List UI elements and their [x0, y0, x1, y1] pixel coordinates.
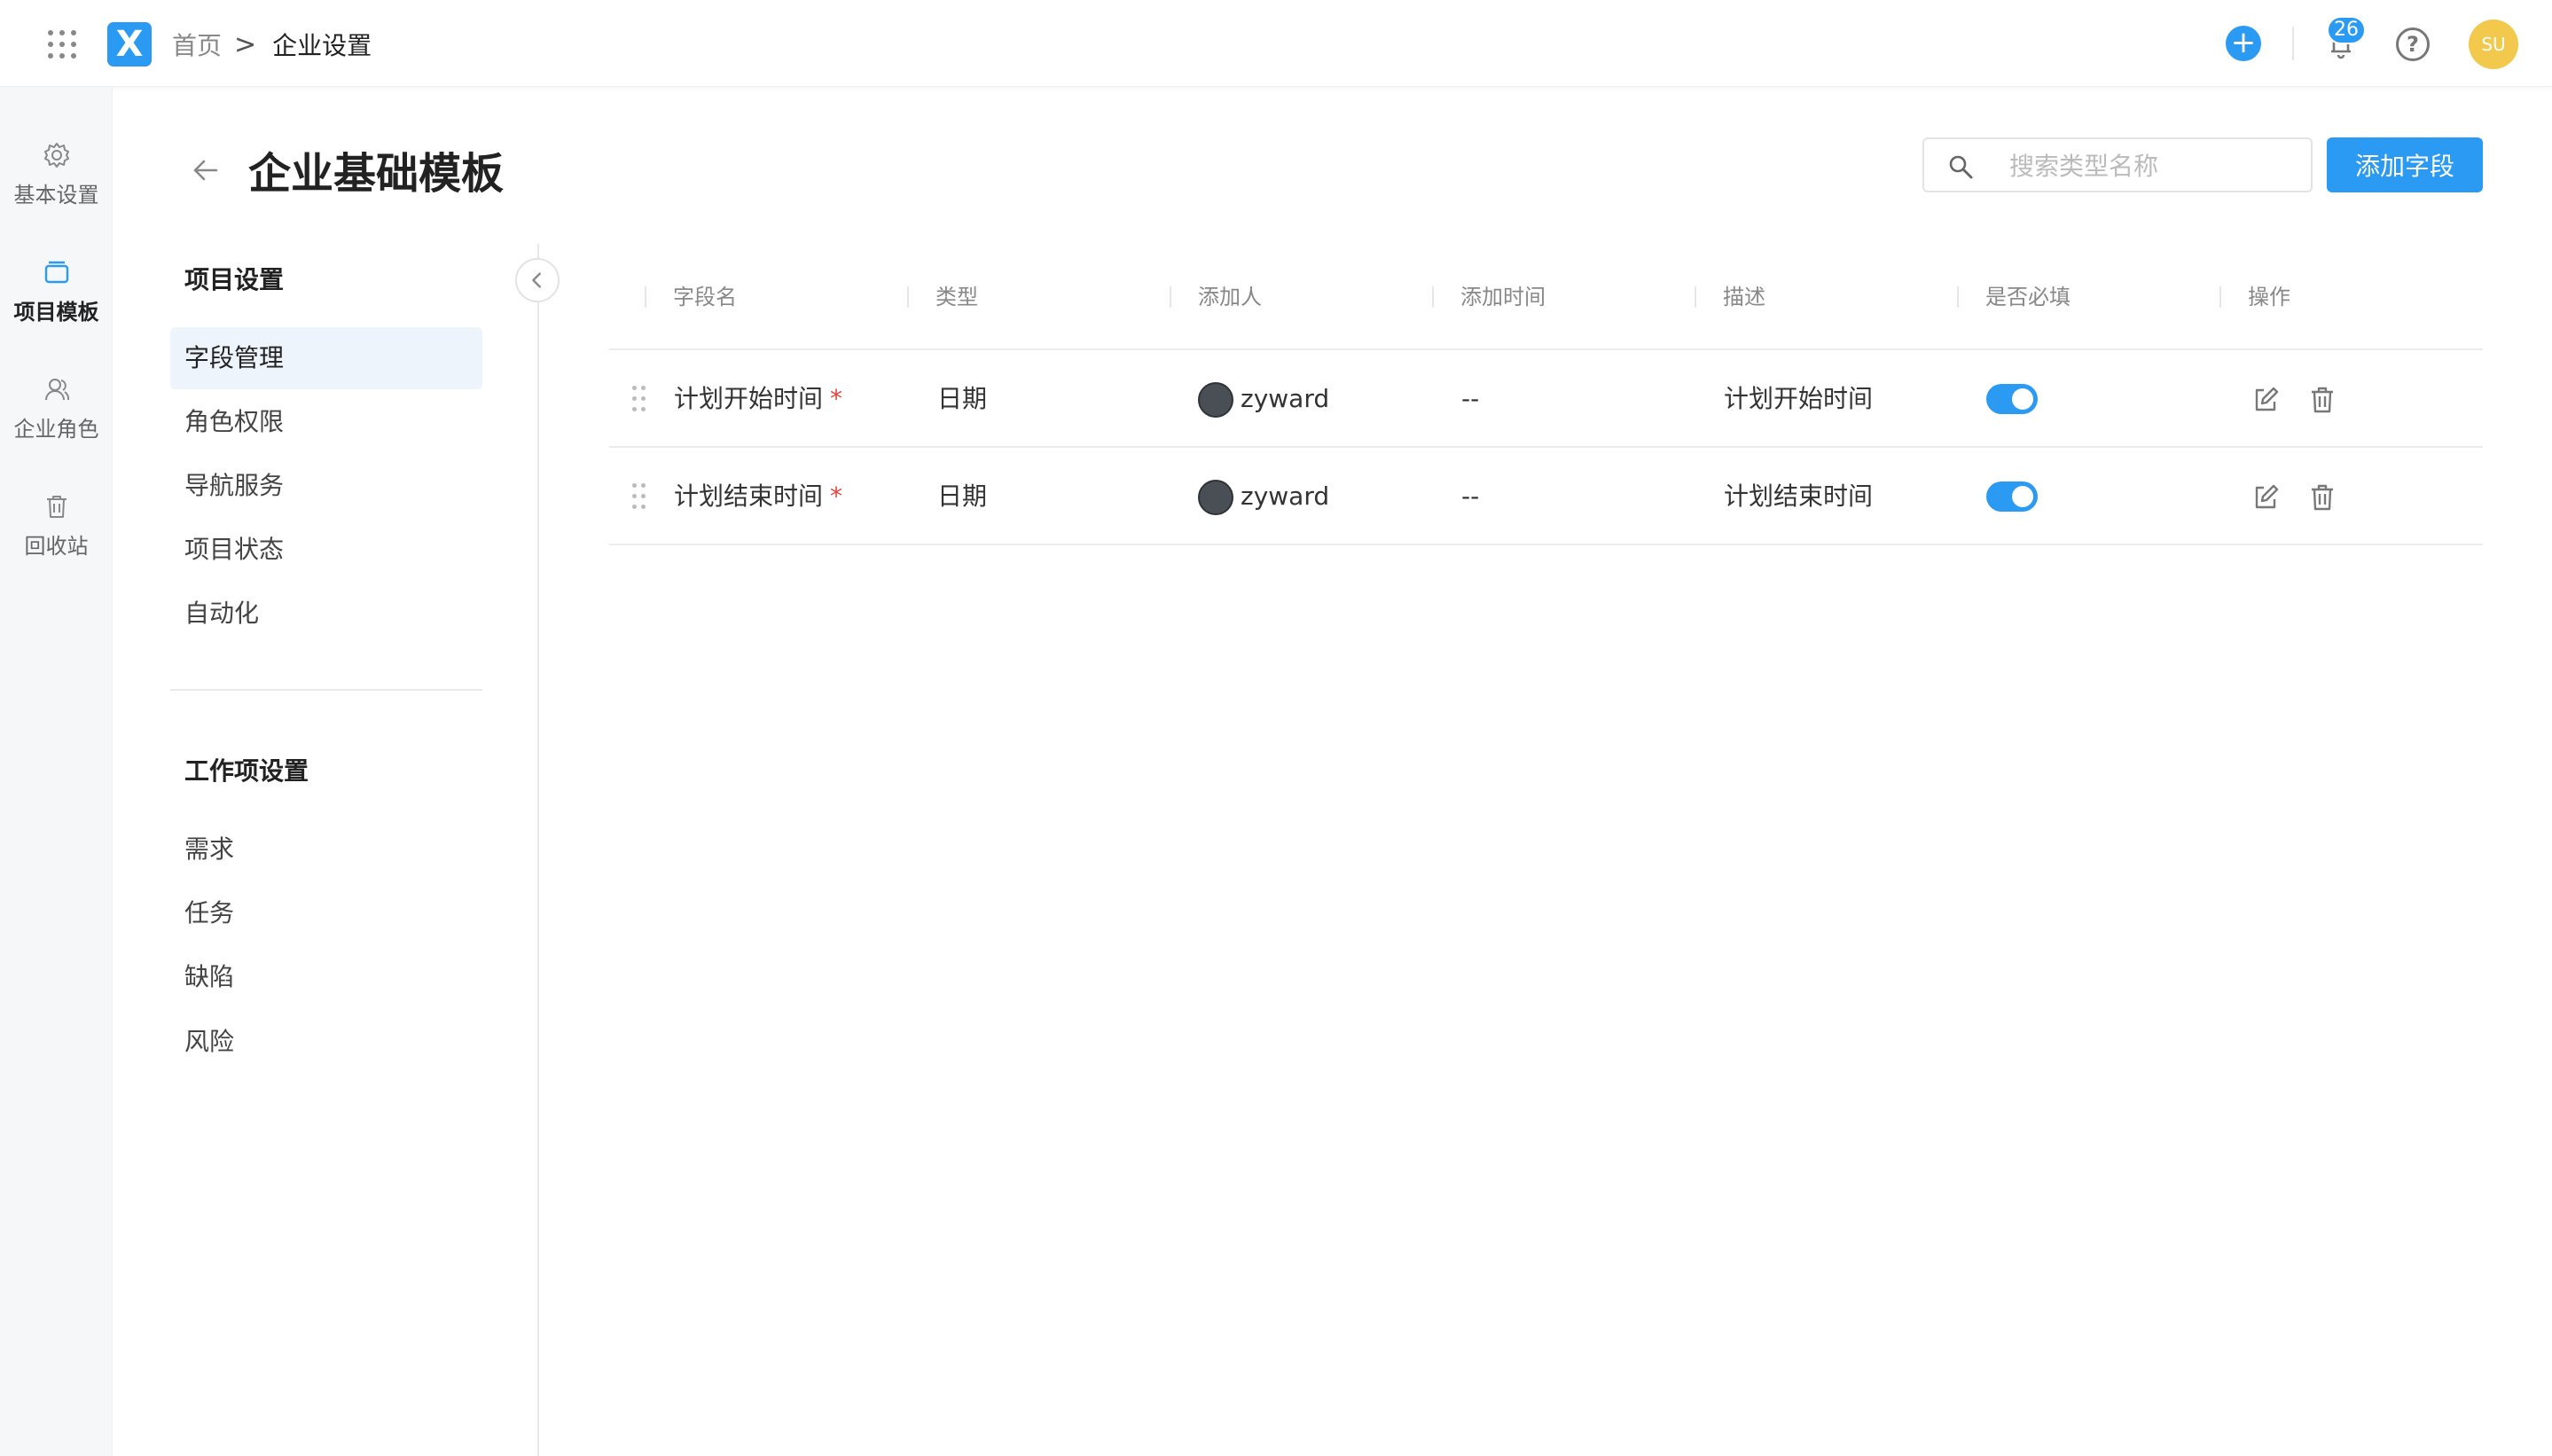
nav-item-requirement[interactable]: 需求	[170, 818, 482, 881]
drag-handle-icon[interactable]	[632, 483, 646, 510]
notification-badge: 26	[2327, 16, 2366, 44]
table-row: 计划结束时间 * 日期 zyward -- 计划结束时间	[609, 448, 2483, 545]
nav-item-project-status[interactable]: 项目状态	[170, 519, 482, 581]
breadcrumb-current: 企业设置	[272, 31, 372, 60]
breadcrumb: 首页 > 企业设置	[172, 27, 372, 62]
nav-item-defect[interactable]: 缺陷	[170, 946, 482, 1008]
column-header-description: 描述	[1695, 279, 1765, 315]
required-asterisk: *	[830, 384, 843, 413]
column-header-required: 是否必填	[1957, 279, 2071, 315]
creator-avatar	[1198, 382, 1233, 418]
edit-icon[interactable]	[2250, 481, 2282, 513]
breadcrumb-separator: >	[234, 28, 257, 60]
nav-divider	[170, 689, 482, 691]
search-icon	[1949, 155, 1973, 179]
gear-icon	[43, 143, 69, 168]
field-name: 计划结束时间	[674, 481, 824, 511]
field-description: 计划结束时间	[1724, 481, 1874, 511]
trash-icon	[46, 496, 67, 518]
search-input[interactable]	[2009, 150, 2293, 182]
rail-item-label: 回收站	[24, 534, 89, 559]
creator-name: zyward	[1241, 384, 1330, 413]
field-description: 计划开始时间	[1724, 384, 1874, 413]
rail-item-label: 企业角色	[13, 417, 99, 442]
quick-add-button[interactable]: +	[2226, 26, 2261, 61]
top-bar: X 首页 > 企业设置 + 26 ? SU	[0, 0, 2552, 87]
breadcrumb-home[interactable]: 首页	[172, 27, 222, 62]
field-name-cell: 计划结束时间 *	[674, 478, 842, 515]
added-time: --	[1461, 481, 1480, 511]
column-header-actions: 操作	[2219, 279, 2290, 315]
rail-item-project-template[interactable]: 项目模板	[0, 245, 113, 342]
users-icon	[44, 379, 69, 401]
nav-item-task[interactable]: 任务	[170, 882, 482, 944]
collapse-panel-icon[interactable]	[515, 258, 560, 302]
field-type: 日期	[937, 384, 988, 413]
app-grid-icon[interactable]	[48, 30, 76, 59]
creator-name: zyward	[1241, 481, 1330, 511]
left-rail: 基本设置 项目模板 企业角色 回收站	[0, 87, 113, 1456]
topbar-divider	[2292, 27, 2294, 60]
back-arrow-icon[interactable]	[188, 153, 223, 188]
nav-item-navigation-service[interactable]: 导航服务	[170, 455, 482, 517]
column-header-field-name: 字段名	[645, 279, 737, 315]
table-row: 计划开始时间 * 日期 zyward -- 计划开始时间	[609, 350, 2483, 448]
rail-item-label: 基本设置	[13, 183, 99, 207]
rail-item-recycle-bin[interactable]: 回收站	[0, 479, 113, 576]
template-icon	[44, 261, 68, 284]
edit-icon[interactable]	[2250, 384, 2282, 416]
field-name: 计划开始时间	[674, 384, 824, 413]
drag-handle-icon[interactable]	[632, 386, 646, 412]
creator-avatar	[1198, 480, 1233, 515]
nav-item-field-management[interactable]: 字段管理	[170, 327, 482, 389]
field-name-cell: 计划开始时间 *	[674, 380, 842, 418]
nav-item-risk[interactable]: 风险	[170, 1011, 482, 1073]
page-title: 企业基础模板	[248, 149, 505, 199]
nav-item-role-permissions[interactable]: 角色权限	[170, 391, 482, 453]
column-header-type: 类型	[907, 279, 978, 315]
column-header-creator: 添加人	[1170, 279, 1262, 315]
required-toggle[interactable]	[1986, 481, 2038, 512]
panel-divider	[537, 244, 539, 1456]
help-icon[interactable]: ?	[2396, 27, 2430, 61]
delete-icon[interactable]	[2306, 481, 2338, 513]
rail-item-label: 项目模板	[13, 300, 99, 325]
rail-item-basic-settings[interactable]: 基本设置	[0, 128, 113, 225]
app-logo[interactable]: X	[107, 22, 152, 67]
section-title-project: 项目设置	[184, 265, 285, 294]
user-avatar[interactable]: SU	[2469, 20, 2518, 69]
rail-item-enterprise-roles[interactable]: 企业角色	[0, 362, 113, 459]
column-header-added-time: 添加时间	[1432, 279, 1546, 315]
nav-item-automation[interactable]: 自动化	[170, 583, 482, 645]
table-header: 字段名 类型 添加人 添加时间 描述 是否必填 操作	[609, 262, 2483, 350]
delete-icon[interactable]	[2306, 384, 2338, 416]
required-asterisk: *	[830, 481, 843, 511]
section-title-work-items: 工作项设置	[184, 756, 309, 786]
add-field-button[interactable]: 添加字段	[2327, 137, 2483, 192]
field-type: 日期	[937, 481, 988, 511]
search-box[interactable]	[1922, 137, 2313, 192]
added-time: --	[1461, 384, 1480, 413]
required-toggle[interactable]	[1986, 384, 2038, 414]
